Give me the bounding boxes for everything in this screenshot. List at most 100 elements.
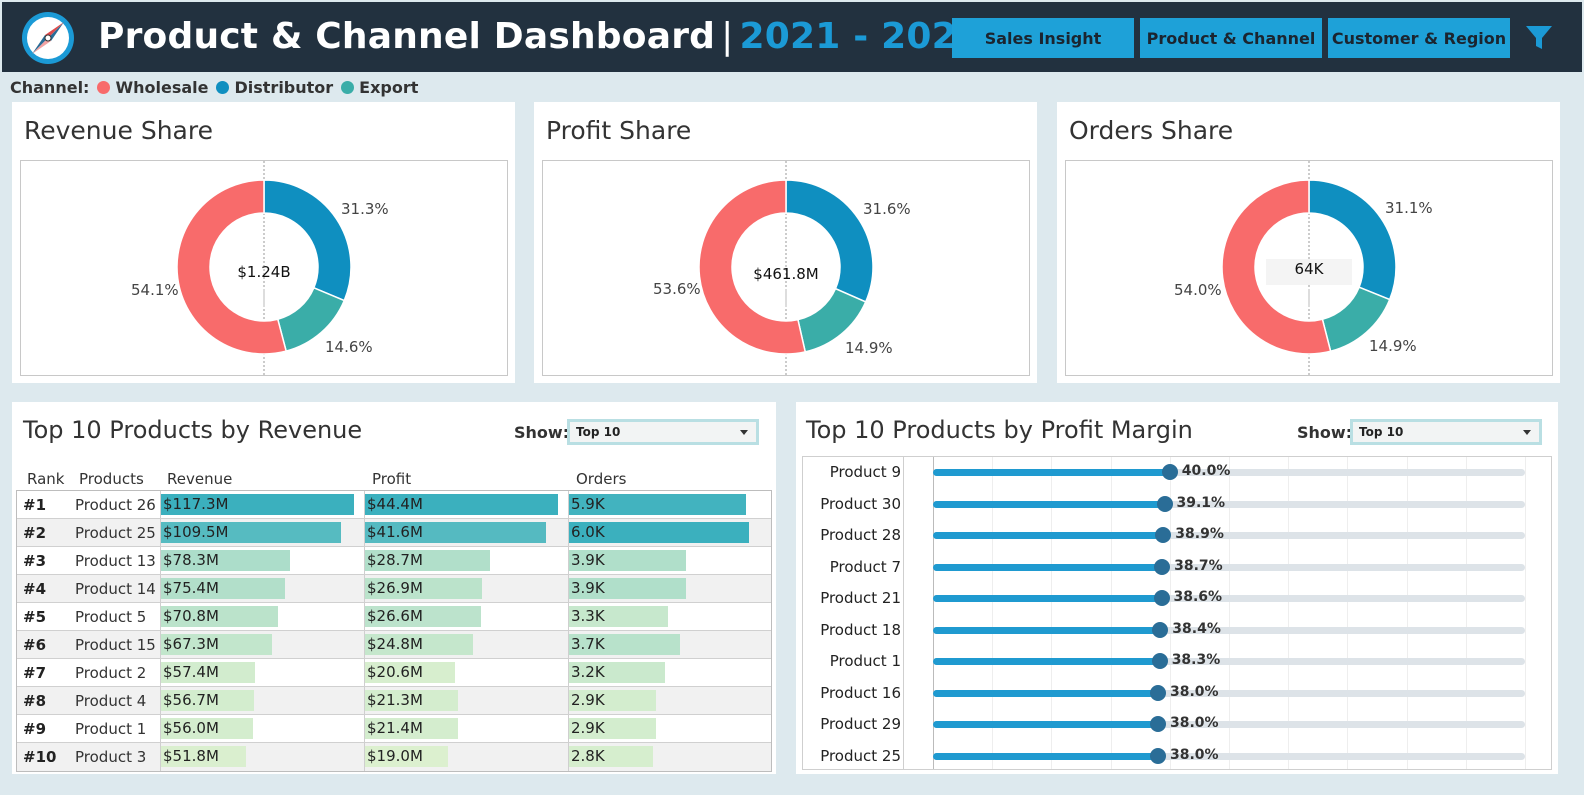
orders-value: 3.3K bbox=[571, 607, 605, 625]
revenue-bar[interactable]: $51.8M bbox=[161, 746, 247, 767]
margin-value: 38.3% bbox=[1171, 652, 1221, 668]
revenue-bar[interactable]: $56.7M bbox=[161, 690, 255, 711]
orders-share-chart[interactable]: 31.1% 14.9% 54.0% 64K bbox=[1065, 160, 1553, 376]
margin-show-select[interactable]: Top 10 bbox=[1350, 419, 1542, 445]
orders-value: 3.7K bbox=[571, 635, 605, 653]
orders-value: 3.2K bbox=[571, 663, 605, 681]
table-row[interactable]: #10 Product 3 $51.8M $19.0M 2.8K bbox=[17, 743, 771, 771]
compass-icon bbox=[22, 12, 74, 64]
revenue-bar[interactable]: $56.0M bbox=[161, 718, 254, 739]
margin-dot[interactable] bbox=[1153, 590, 1170, 606]
gridline bbox=[1525, 457, 1526, 769]
margin-dot[interactable] bbox=[1150, 716, 1166, 732]
table-row[interactable]: #8 Product 4 $56.7M $21.3M 2.9K bbox=[17, 687, 771, 715]
chevron-down-icon bbox=[1523, 430, 1531, 435]
orders-bar[interactable]: 2.9K bbox=[569, 690, 656, 711]
nav-sales-insight-button[interactable]: Sales Insight bbox=[952, 18, 1134, 58]
orders-bar[interactable]: 6.0K bbox=[569, 522, 749, 543]
revenue-bar[interactable]: $75.4M bbox=[161, 578, 286, 599]
legend-swatch-export bbox=[341, 81, 355, 94]
profit-bar[interactable]: $41.6M bbox=[365, 522, 546, 543]
margin-bar[interactable] bbox=[933, 469, 1170, 476]
profit-bar[interactable]: $28.7M bbox=[365, 550, 490, 571]
revenue-share-total: $1.24B bbox=[237, 263, 291, 281]
revenue-table-title: Top 10 Products by Revenue bbox=[23, 416, 363, 444]
legend-item-wholesale[interactable]: Wholesale bbox=[115, 78, 208, 97]
orders-bar[interactable]: 2.9K bbox=[569, 718, 656, 739]
margin-bar[interactable] bbox=[933, 658, 1160, 665]
table-row[interactable]: #3 Product 13 $78.3M $28.7M 3.9K bbox=[17, 547, 771, 575]
margin-bar[interactable] bbox=[933, 626, 1161, 634]
margin-chart-area: Product 9 40.0% Product 30 39.1% Product… bbox=[802, 456, 1552, 770]
table-row[interactable]: #2 Product 25 $109.5M $41.6M 6.0K bbox=[17, 519, 771, 547]
margin-value: 38.7% bbox=[1174, 557, 1223, 574]
table-row[interactable]: #6 Product 15 $67.3M $24.8M 3.7K bbox=[17, 631, 771, 659]
orders-share-distributor-label: 31.1% bbox=[1385, 199, 1433, 217]
margin-value: 38.9% bbox=[1175, 526, 1224, 542]
table-row[interactable]: #7 Product 2 $57.4M $20.6M 3.2K bbox=[17, 659, 771, 687]
revenue-share-distributor-label: 31.3% bbox=[341, 200, 389, 218]
margin-dot[interactable] bbox=[1161, 464, 1178, 480]
profit-value: $26.9M bbox=[367, 579, 423, 597]
profit-bar[interactable]: $44.4M bbox=[365, 494, 558, 515]
orders-bar[interactable]: 3.9K bbox=[569, 578, 686, 599]
margin-dot[interactable] bbox=[1154, 558, 1171, 575]
orders-bar[interactable]: 5.9K bbox=[569, 494, 746, 515]
revenue-share-chart[interactable]: 31.3% 14.6% 54.1% $1.24B bbox=[20, 160, 508, 376]
revenue-bar[interactable]: $67.3M bbox=[161, 634, 272, 655]
revenue-bar[interactable]: $78.3M bbox=[161, 550, 290, 571]
orders-bar[interactable]: 3.2K bbox=[569, 662, 665, 683]
revenue-value: $56.7M bbox=[163, 691, 219, 709]
revenue-value: $78.3M bbox=[163, 551, 219, 569]
margin-dot[interactable] bbox=[1150, 684, 1166, 701]
table-row[interactable]: #9 Product 1 $56.0M $21.4M 2.9K bbox=[17, 715, 771, 743]
donut-slice-distributor[interactable] bbox=[785, 179, 874, 303]
margin-bar[interactable] bbox=[933, 689, 1158, 697]
profit-bar[interactable]: $26.6M bbox=[365, 606, 481, 627]
margin-bar[interactable] bbox=[933, 752, 1158, 760]
table-row[interactable]: #4 Product 14 $75.4M $26.9M 3.9K bbox=[17, 575, 771, 603]
legend-swatch-distributor bbox=[216, 81, 230, 94]
orders-share-wholesale-label: 54.0% bbox=[1174, 281, 1222, 299]
table-row[interactable]: #5 Product 5 $70.8M $26.6M 3.3K bbox=[17, 603, 771, 631]
orders-bar[interactable]: 3.9K bbox=[569, 550, 686, 571]
profit-bar[interactable]: $20.6M bbox=[365, 662, 455, 683]
orders-bar[interactable]: 2.8K bbox=[569, 746, 653, 767]
donut-slice-distributor[interactable] bbox=[263, 179, 352, 302]
margin-dot[interactable] bbox=[1156, 495, 1173, 512]
profit-bar[interactable]: $19.0M bbox=[365, 746, 448, 767]
product-cell: Product 1 bbox=[75, 720, 147, 738]
margin-bar[interactable] bbox=[933, 595, 1162, 602]
nav-product-channel-button[interactable]: Product & Channel bbox=[1140, 18, 1322, 58]
profit-bar[interactable]: $24.8M bbox=[365, 634, 473, 655]
revenue-bar[interactable]: $117.3M bbox=[161, 494, 354, 515]
profit-share-chart[interactable]: 31.6% 14.9% 53.6% $461.8M bbox=[542, 160, 1030, 376]
revenue-value: $51.8M bbox=[163, 747, 219, 765]
margin-bar[interactable] bbox=[933, 532, 1164, 539]
profit-share-total: $461.8M bbox=[753, 265, 819, 283]
margin-value: 38.0% bbox=[1170, 683, 1219, 700]
revenue-value: $56.0M bbox=[163, 719, 219, 737]
margin-dot[interactable] bbox=[1151, 653, 1168, 669]
nav-customer-region-button[interactable]: Customer & Region bbox=[1328, 18, 1510, 58]
orders-bar[interactable]: 3.7K bbox=[569, 634, 680, 655]
revenue-bar[interactable]: $109.5M bbox=[161, 522, 342, 543]
revenue-show-select[interactable]: Top 10 bbox=[567, 419, 759, 445]
margin-product-label: Product 7 bbox=[829, 557, 901, 576]
margin-dot[interactable] bbox=[1152, 621, 1169, 638]
margin-dot[interactable] bbox=[1150, 747, 1166, 764]
margin-bar[interactable] bbox=[933, 721, 1158, 728]
profit-bar[interactable]: $21.4M bbox=[365, 718, 458, 739]
table-row[interactable]: #1 Product 26 $117.3M $44.4M 5.9K bbox=[17, 491, 771, 519]
legend-item-export[interactable]: Export bbox=[359, 78, 418, 97]
margin-value: 38.0% bbox=[1170, 746, 1219, 763]
profit-bar[interactable]: $26.9M bbox=[365, 578, 482, 599]
legend-item-distributor[interactable]: Distributor bbox=[234, 78, 333, 97]
filter-funnel-icon[interactable] bbox=[1524, 22, 1554, 52]
revenue-bar[interactable]: $57.4M bbox=[161, 662, 256, 683]
orders-bar[interactable]: 3.3K bbox=[569, 606, 668, 627]
margin-bar[interactable] bbox=[933, 563, 1163, 571]
revenue-bar[interactable]: $70.8M bbox=[161, 606, 278, 627]
profit-bar[interactable]: $21.3M bbox=[365, 690, 458, 711]
margin-bar[interactable] bbox=[933, 500, 1165, 508]
